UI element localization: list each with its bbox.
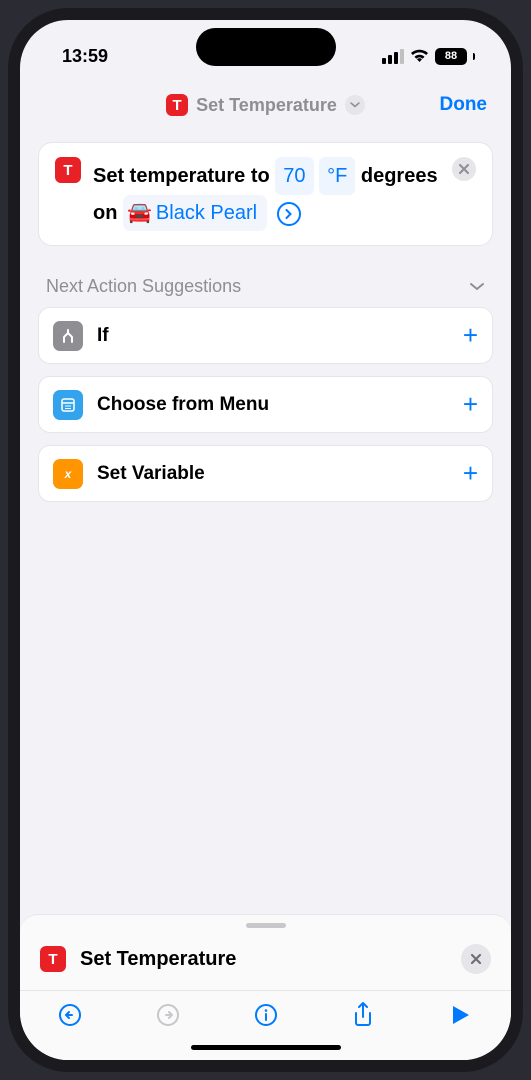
variable-icon: x (53, 459, 83, 489)
notch (196, 28, 336, 66)
suggestion-set-variable[interactable]: x Set Variable + (38, 445, 493, 502)
tesla-icon: T (40, 946, 66, 972)
car-pill[interactable]: 🚘 Black Pearl (123, 195, 267, 231)
play-icon (451, 1004, 471, 1026)
status-time: 13:59 (62, 46, 108, 67)
chevron-down-icon (350, 102, 360, 108)
info-icon (253, 1002, 279, 1028)
content-area: T Set temperature to 70 °F degrees on 🚘 … (20, 130, 511, 914)
info-button[interactable] (250, 999, 282, 1031)
share-icon (352, 1001, 374, 1029)
redo-icon (155, 1002, 181, 1028)
home-indicator[interactable] (191, 1045, 341, 1050)
svg-text:x: x (64, 467, 73, 481)
bottom-panel: T Set Temperature (20, 914, 511, 1060)
wifi-icon (410, 49, 429, 63)
action-card[interactable]: T Set temperature to 70 °F degrees on 🚘 … (38, 142, 493, 246)
add-suggestion-button[interactable]: + (463, 458, 478, 489)
nav-bar: T Set Temperature Done (20, 80, 511, 130)
suggestion-label: Set Variable (97, 463, 449, 485)
if-icon (53, 321, 83, 351)
add-suggestion-button[interactable]: + (463, 389, 478, 420)
phone-frame: 13:59 88 T Set Temperature Done (8, 8, 523, 1072)
battery-icon: 88 (435, 48, 467, 65)
redo-button[interactable] (152, 999, 184, 1031)
suggestion-choose-menu[interactable]: Choose from Menu + (38, 376, 493, 433)
car-icon: 🚘 (127, 196, 152, 230)
chevron-down-icon (469, 282, 485, 292)
signal-icon (382, 49, 404, 64)
undo-icon (57, 1002, 83, 1028)
suggestion-label: Choose from Menu (97, 394, 449, 416)
done-button[interactable]: Done (440, 94, 488, 116)
nav-title: Set Temperature (196, 95, 337, 116)
close-icon (459, 164, 469, 174)
action-description: Set temperature to 70 °F degrees on 🚘 Bl… (93, 157, 440, 231)
suggestion-if[interactable]: If + (38, 307, 493, 364)
drag-grabber[interactable] (246, 923, 286, 928)
close-panel-button[interactable] (461, 944, 491, 974)
tesla-icon: T (55, 157, 81, 183)
suggestions-header: Next Action Suggestions (46, 276, 241, 297)
suggestion-label: If (97, 325, 449, 347)
temperature-value-pill[interactable]: 70 (275, 157, 313, 195)
delete-action-button[interactable] (452, 157, 476, 181)
share-button[interactable] (347, 999, 379, 1031)
collapse-suggestions-button[interactable] (469, 282, 485, 292)
play-button[interactable] (445, 999, 477, 1031)
temperature-unit-pill[interactable]: °F (319, 157, 355, 195)
menu-icon (53, 390, 83, 420)
title-dropdown-button[interactable] (345, 95, 365, 115)
chevron-right-icon (285, 209, 292, 219)
tesla-icon: T (166, 94, 188, 116)
toolbar (20, 990, 511, 1039)
close-icon (470, 953, 482, 965)
undo-button[interactable] (54, 999, 86, 1031)
disclosure-button[interactable] (277, 202, 301, 226)
panel-title: Set Temperature (80, 948, 447, 971)
add-suggestion-button[interactable]: + (463, 320, 478, 351)
